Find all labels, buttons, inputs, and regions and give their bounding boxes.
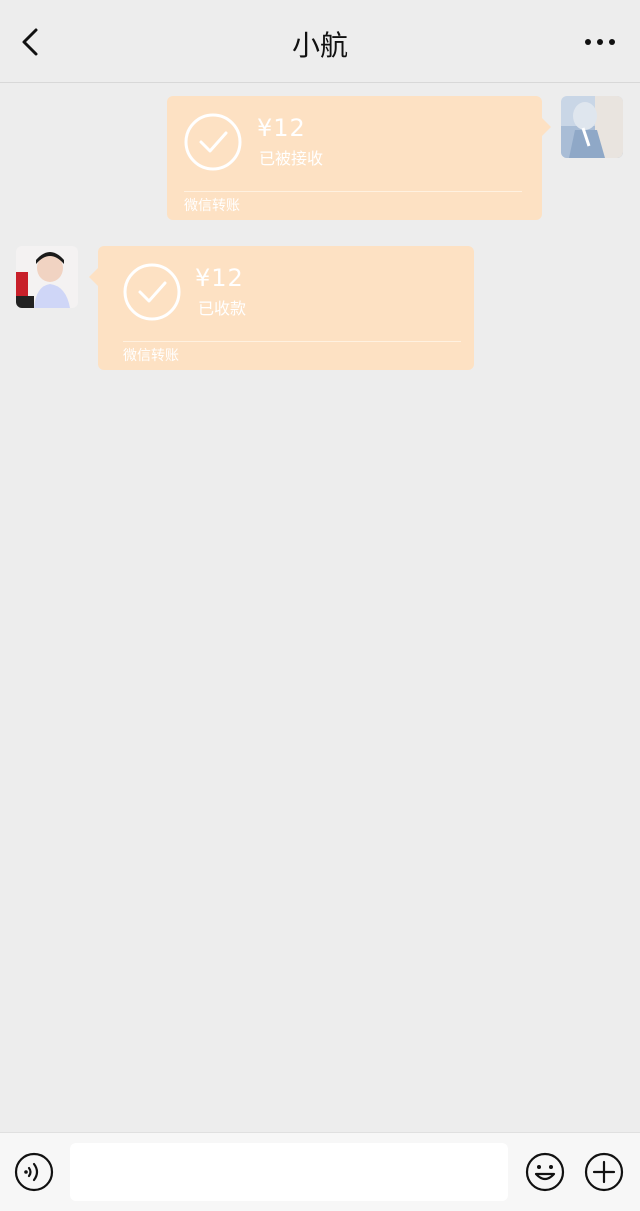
- avatar-self[interactable]: [561, 96, 623, 158]
- transfer-amount: ¥12: [257, 114, 306, 142]
- transfer-status: 已收款: [198, 299, 247, 318]
- chat-title: 小航: [291, 29, 348, 62]
- input-bar: [0, 1132, 640, 1211]
- check-circle-icon: [184, 113, 242, 171]
- transfer-label: 微信转账: [184, 198, 240, 214]
- transfer-amount: ¥12: [195, 264, 244, 292]
- plus-icon[interactable]: [584, 1152, 624, 1192]
- transfer-status: 已被接收: [259, 149, 324, 168]
- nav-bar: 小航: [0, 0, 640, 83]
- divider: [123, 341, 461, 342]
- transfer-bubble[interactable]: ¥12 已被接收 微信转账: [167, 96, 551, 220]
- transfer-bubble[interactable]: ¥12 已收款 微信转账: [89, 246, 474, 370]
- divider: [184, 191, 522, 192]
- avatar-contact[interactable]: [16, 246, 78, 308]
- message-input[interactable]: [70, 1143, 508, 1201]
- check-circle-icon: [123, 263, 181, 321]
- more-horizontal-icon[interactable]: [580, 30, 620, 54]
- emoji-icon[interactable]: [525, 1152, 565, 1192]
- voice-icon[interactable]: [14, 1152, 54, 1192]
- transfer-label: 微信转账: [123, 348, 179, 364]
